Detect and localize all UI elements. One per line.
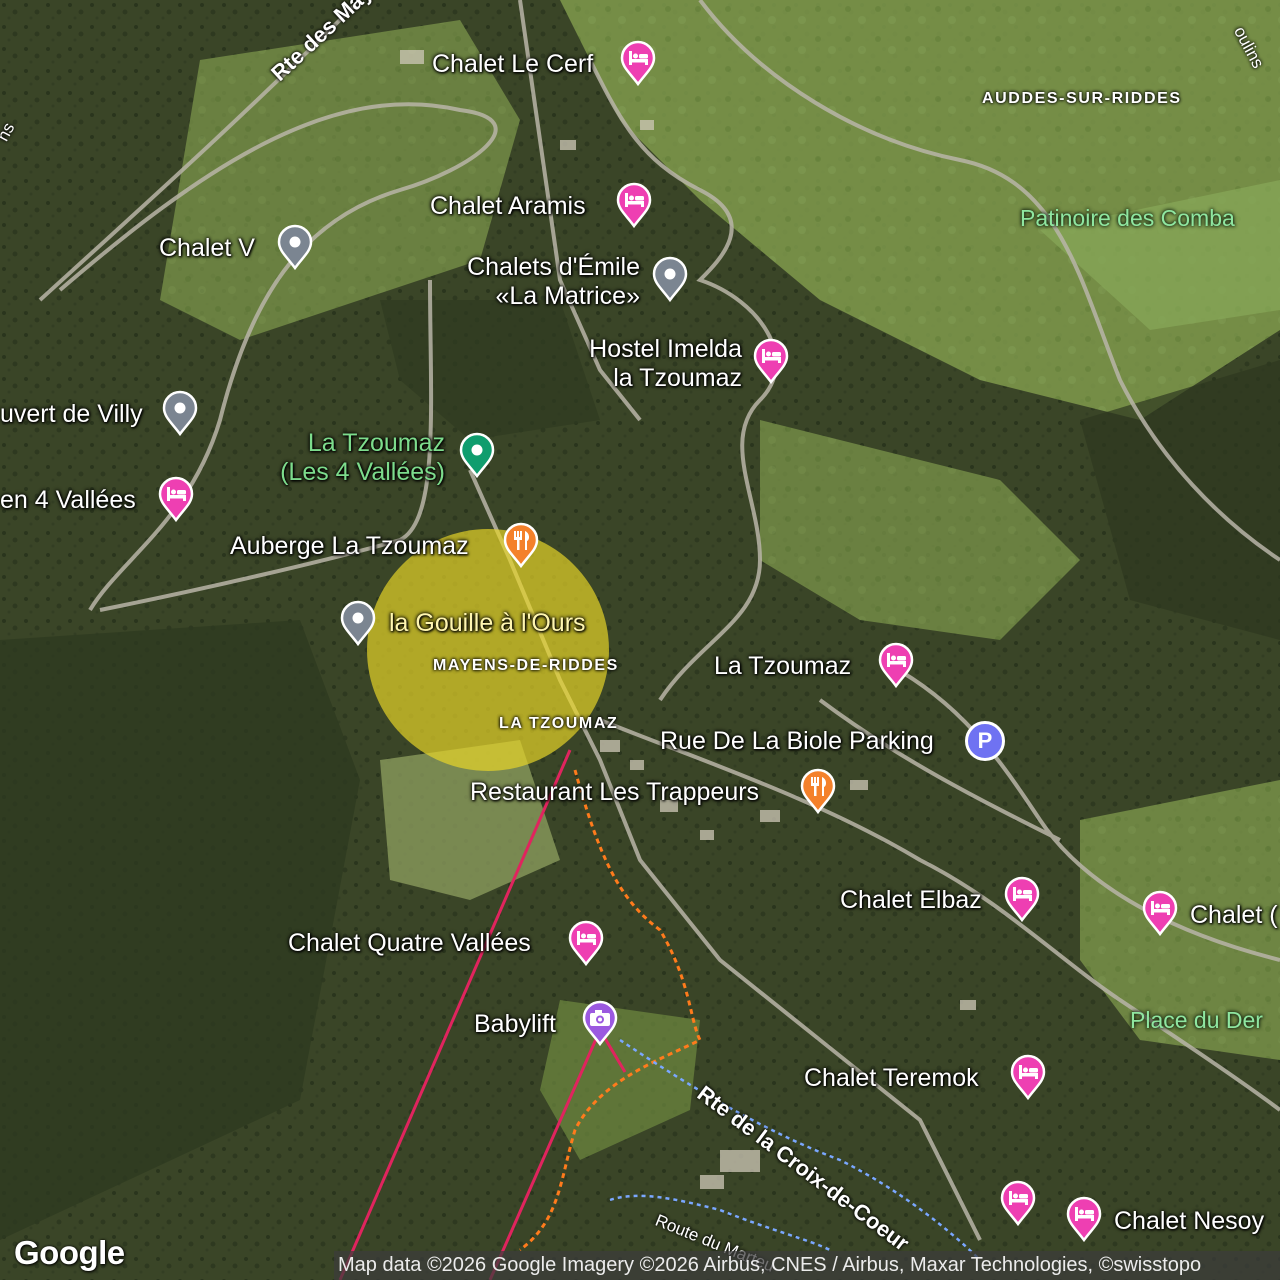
marker-label-line: la Tzoumaz xyxy=(613,364,742,392)
fork-knife-icon[interactable] xyxy=(503,522,539,568)
marker-label-chalet-aramis[interactable]: Chalet Aramis xyxy=(430,192,586,221)
marker-label-chalet-teremok[interactable]: Chalet Teremok xyxy=(804,1064,979,1093)
marker-label-line: Hostel Imelda xyxy=(589,335,742,363)
bed-icon[interactable] xyxy=(878,642,914,688)
bed-icon[interactable] xyxy=(158,476,194,522)
marker-label-line: «La Matrice» xyxy=(495,282,640,310)
location-pin-icon[interactable] xyxy=(162,390,198,436)
bed-icon[interactable] xyxy=(1000,1180,1036,1226)
google-logo: Google xyxy=(14,1234,125,1271)
marker-label-uvert-de-villy[interactable]: uvert de Villy xyxy=(0,400,143,429)
parking-icon[interactable]: P xyxy=(965,721,1005,761)
marker-label-line: La Tzoumaz xyxy=(307,429,445,457)
area-label-auddes-sur-riddes: AUDDES-SUR-RIDDES xyxy=(982,90,1182,107)
marker-label-auberge-la-tzoumaz[interactable]: Auberge La Tzoumaz xyxy=(230,532,469,561)
bed-icon[interactable] xyxy=(1066,1196,1102,1242)
bed-icon[interactable] xyxy=(1142,890,1178,936)
fork-knife-icon[interactable] xyxy=(800,768,836,814)
bed-icon[interactable] xyxy=(568,920,604,966)
bed-icon[interactable] xyxy=(616,182,652,228)
camera-icon[interactable] xyxy=(582,1000,618,1046)
marker-label-chalet-nesoy[interactable]: Chalet Nesoy xyxy=(1114,1207,1264,1236)
location-pin-icon[interactable] xyxy=(277,224,313,270)
map-attribution[interactable]: Map data ©2026 Google Imagery ©2026 Airb… xyxy=(334,1251,1280,1280)
marker-label-chalet-quatre-vallees[interactable]: Chalet Quatre Vallées xyxy=(288,929,531,958)
marker-label-en-4-vallees[interactable]: en 4 Vallées xyxy=(0,486,136,515)
marker-label-chalets-d-emile[interactable]: Chalets d'Émile «La Matrice» xyxy=(440,253,640,311)
bed-icon[interactable] xyxy=(753,338,789,384)
marker-label-hostel-imelda[interactable]: Hostel Imelda la Tzoumaz xyxy=(560,335,742,393)
selected-location-circle xyxy=(367,529,609,771)
area-label-la-tzoumaz: LA TZOUMAZ xyxy=(499,715,619,732)
bed-icon[interactable] xyxy=(1010,1054,1046,1100)
marker-label-babylift[interactable]: Babylift xyxy=(474,1010,556,1039)
marker-label-chalet-cropped[interactable]: Chalet ( xyxy=(1190,901,1278,930)
marker-label-line: (Les 4 Vallées) xyxy=(280,458,445,486)
marker-label-line: Chalets d'Émile xyxy=(467,253,640,281)
marker-label-la-tzoumaz-4-vallees[interactable]: La Tzoumaz (Les 4 Vallées) xyxy=(245,429,445,487)
marker-label-la-gouille-a-l-ours[interactable]: la Gouille à l'Ours xyxy=(389,609,586,638)
bed-icon[interactable] xyxy=(1004,876,1040,922)
location-pin-icon[interactable] xyxy=(340,600,376,646)
marker-label-chalet-le-cerf[interactable]: Chalet Le Cerf xyxy=(432,50,593,79)
poi-label-patinoire[interactable]: Patinoire des Comba xyxy=(1020,205,1235,232)
location-pin-icon[interactable] xyxy=(459,432,495,478)
marker-label-chalet-elbaz[interactable]: Chalet Elbaz xyxy=(840,886,982,915)
area-label-mayens-de-riddes: MAYENS-DE-RIDDES xyxy=(433,657,619,674)
marker-label-restaurant-les-trappeurs[interactable]: Restaurant Les Trappeurs xyxy=(470,778,759,807)
location-pin-icon[interactable] xyxy=(652,256,688,302)
poi-label-place-du-der[interactable]: Place du Der xyxy=(1130,1007,1263,1034)
bed-icon[interactable] xyxy=(620,40,656,86)
marker-label-rue-de-la-biole-parking[interactable]: Rue De La Biole Parking xyxy=(660,727,934,756)
marker-label-chalet-v[interactable]: Chalet V xyxy=(159,234,255,263)
marker-label-la-tzoumaz[interactable]: La Tzoumaz xyxy=(714,652,851,681)
